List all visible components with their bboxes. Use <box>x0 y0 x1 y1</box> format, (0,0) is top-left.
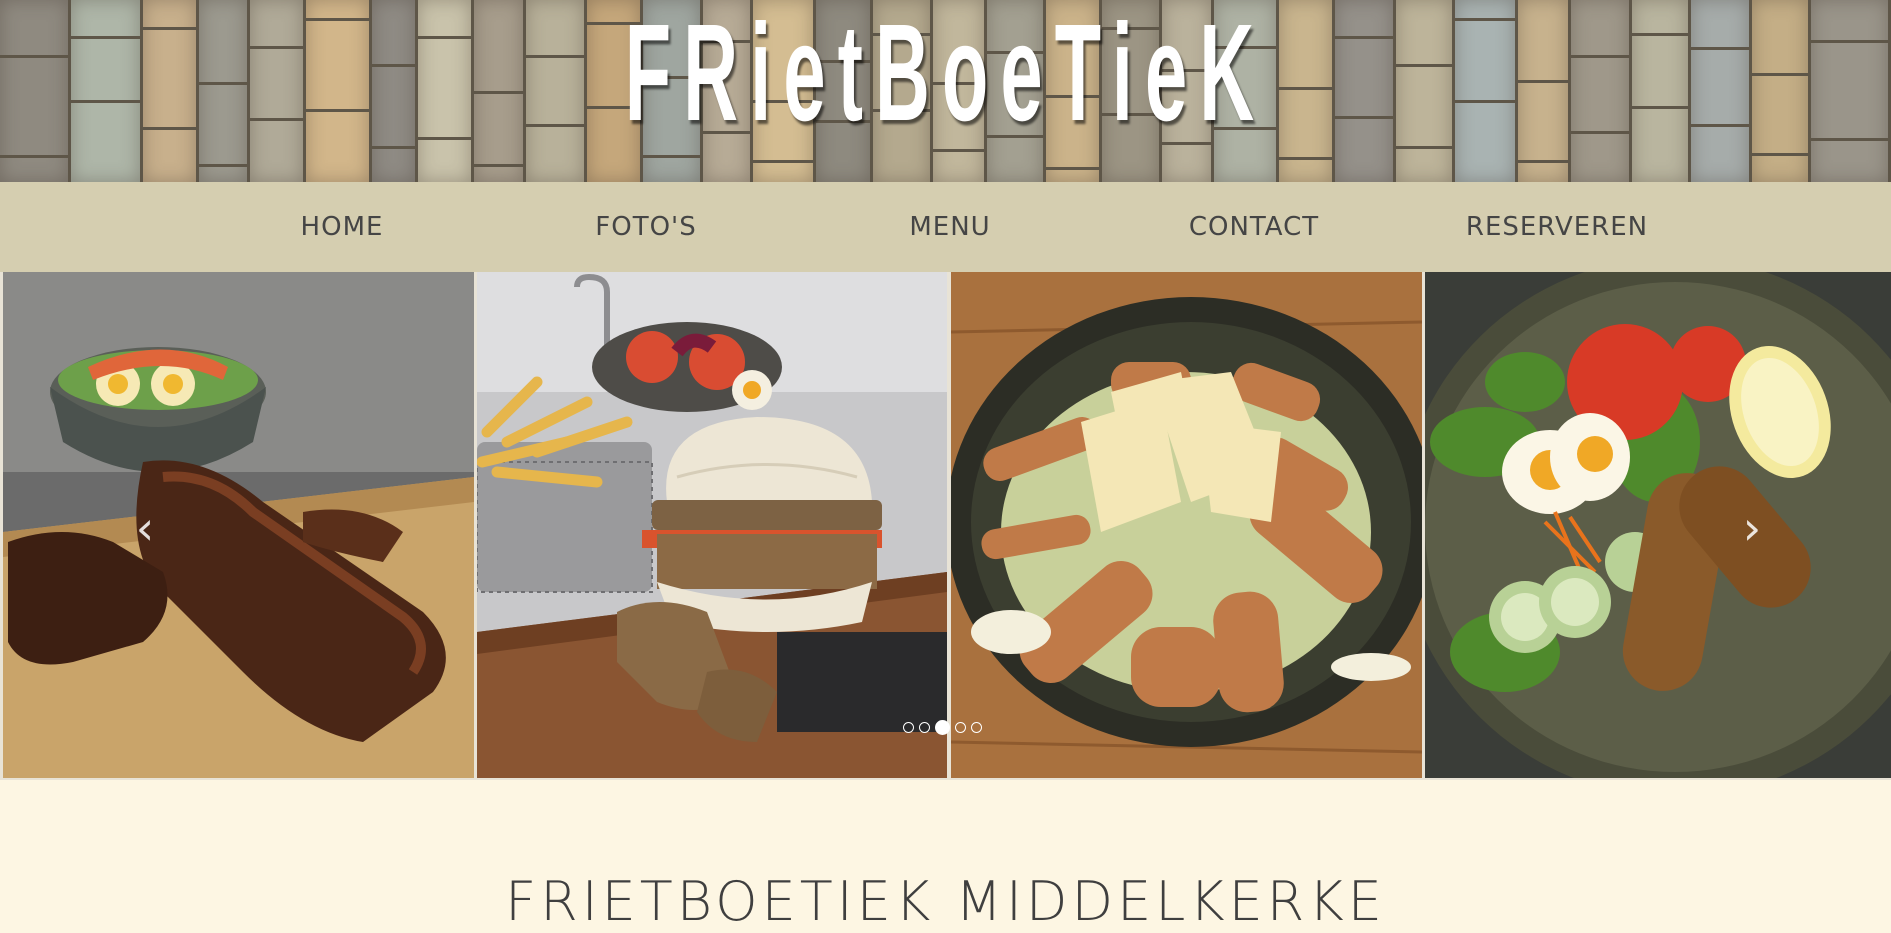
slider-dot-5[interactable] <box>971 722 982 733</box>
nav-item-reserveren[interactable]: RESERVEREN <box>1466 212 1648 242</box>
slide-photo-croquettes <box>1425 272 1891 778</box>
site-logo[interactable]: FRietBoeTieK <box>425 4 1465 142</box>
slide-photo-burger <box>477 272 947 778</box>
slide-photo-ribs <box>3 272 474 778</box>
burger-photo <box>477 272 947 778</box>
slider-next-arrow[interactable]: › <box>1737 505 1767 551</box>
photo-slider: ‹ › <box>0 272 1891 780</box>
nav-item-home[interactable]: HOME <box>301 212 384 242</box>
chicken-salad-photo <box>951 272 1422 778</box>
slide-photo-chicken-salad <box>951 272 1422 778</box>
slider-prev-arrow[interactable]: ‹ <box>130 505 160 551</box>
main-navigation: HOME FOTO'S MENU CONTACT RESERVEREN <box>0 182 1891 272</box>
slider-pagination <box>903 720 982 735</box>
nav-item-contact[interactable]: CONTACT <box>1189 212 1319 242</box>
ribs-photo <box>3 272 474 778</box>
slider-dot-1[interactable] <box>903 722 914 733</box>
chevron-left-icon: ‹ <box>135 501 155 555</box>
slider-dot-2[interactable] <box>919 722 930 733</box>
nav-item-menu[interactable]: MENU <box>909 212 990 242</box>
croquettes-photo <box>1425 272 1891 778</box>
slider-dot-3[interactable] <box>935 720 950 735</box>
slider-dot-4[interactable] <box>955 722 966 733</box>
site-header: FRietBoeTieK <box>0 0 1891 182</box>
chevron-right-icon: › <box>1742 501 1762 555</box>
nav-item-fotos[interactable]: FOTO'S <box>595 212 696 242</box>
page-title: FRIETBOETIEK MIDDELKERKE <box>505 870 1386 933</box>
